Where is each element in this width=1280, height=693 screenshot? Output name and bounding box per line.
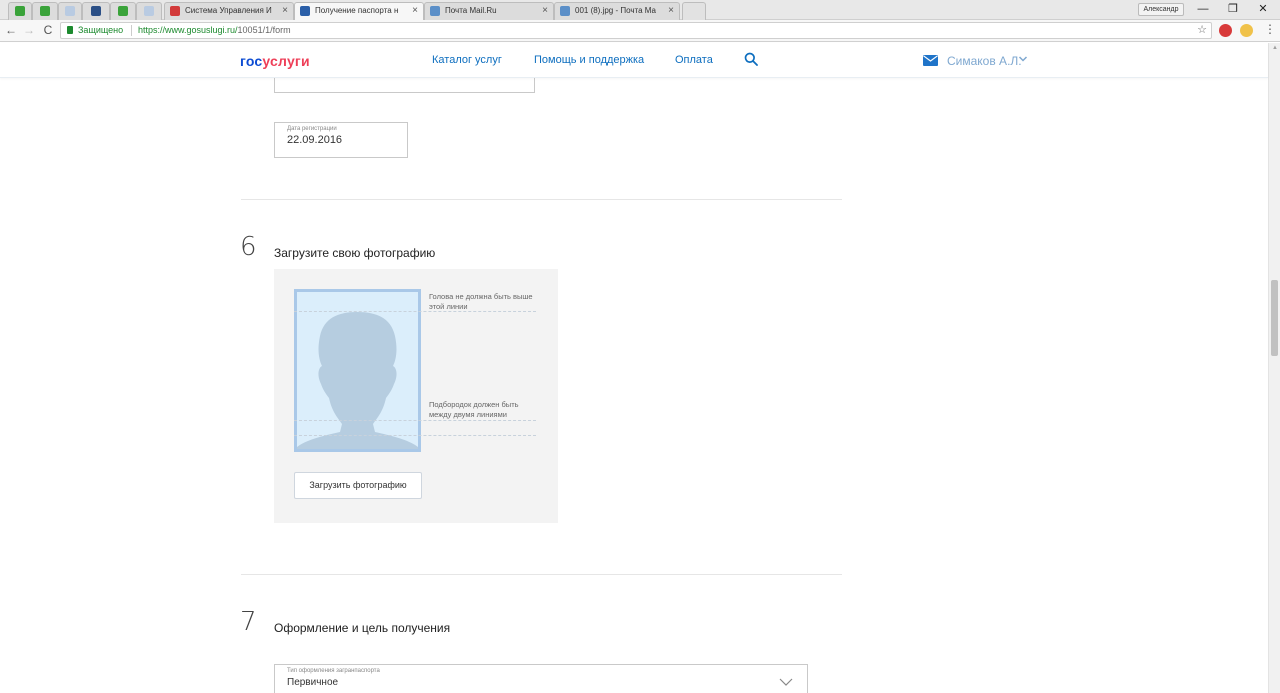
nav-payment-link[interactable]: Оплата — [675, 54, 713, 66]
step-6-number: 6 — [240, 232, 257, 262]
browser-tab[interactable]: Получение паспорта н × — [294, 2, 424, 21]
mail-icon[interactable] — [923, 55, 938, 66]
page-content: 044034 Дата регистрации 22.09.2016 6 Заг… — [0, 78, 1268, 693]
browser-tab[interactable] — [136, 2, 162, 20]
photo-placeholder — [294, 289, 421, 452]
url-text[interactable]: https://www.gosuslugi.ru/10051/1/form — [138, 23, 291, 38]
step-7-number: 7 — [240, 607, 257, 637]
tab-title: Получение паспорта н — [315, 6, 399, 15]
tab-title: Система Управления И — [185, 6, 272, 15]
passport-type-label: Тип оформления загранпаспорта — [287, 668, 380, 674]
tab-favicon-icon — [430, 6, 440, 16]
tab-favicon-icon — [560, 6, 570, 16]
logo-part-gos: гос — [240, 53, 263, 69]
address-toolbar: ← → C Защищено https://www.gosuslugi.ru/… — [0, 20, 1280, 42]
browser-tab[interactable] — [32, 2, 58, 20]
new-tab-button[interactable] — [682, 2, 706, 20]
logo-part-uslugi: услуги — [262, 53, 310, 69]
passport-type-select[interactable]: Тип оформления загранпаспорта Первичное — [274, 664, 808, 693]
section-divider — [241, 574, 842, 575]
url-path: 10051/1/form — [237, 25, 291, 35]
head-limit-guide-line — [294, 311, 536, 312]
scrollbar-thumb[interactable] — [1271, 280, 1278, 356]
tab-favicon-icon — [40, 6, 50, 16]
scroll-up-arrow-icon[interactable]: ▲ — [1272, 45, 1278, 51]
nav-catalog-link[interactable]: Каталог услуг — [432, 54, 502, 66]
browser-menu-icon[interactable]: ⋮ — [1264, 22, 1276, 36]
tab-title: 001 (8).jpg - Почта Ma — [575, 6, 656, 15]
close-window-button[interactable]: ✕ — [1252, 0, 1274, 20]
tab-close-icon[interactable]: × — [668, 3, 674, 19]
security-label: Защищено — [78, 25, 124, 35]
adblock-extension-icon[interactable] — [1219, 24, 1232, 37]
previous-field[interactable]: 044034 — [274, 78, 535, 93]
tab-favicon-icon — [65, 6, 75, 16]
photo-upload-panel: Голова не должна быть выше этой линии По… — [274, 269, 558, 523]
tab-favicon-icon — [170, 6, 180, 16]
extension-icon[interactable] — [1240, 24, 1253, 37]
browser-tab[interactable]: Система Управления И × — [164, 2, 294, 20]
chevron-down-icon[interactable] — [779, 678, 793, 686]
head-limit-hint: Голова не должна быть выше этой линии — [429, 292, 533, 311]
tab-close-icon[interactable]: × — [282, 3, 288, 19]
address-separator — [131, 25, 132, 36]
profile-button[interactable]: Александр — [1138, 3, 1184, 16]
page-scrollbar[interactable]: ▲ — [1268, 43, 1280, 693]
tab-favicon-icon — [118, 6, 128, 16]
forward-button[interactable]: → — [21, 22, 37, 38]
chin-hint: Подбородок должен быть между двумя линия… — [429, 400, 519, 419]
registration-date-value: 22.09.2016 — [287, 134, 343, 146]
address-bar[interactable]: Защищено https://www.gosuslugi.ru/10051/… — [60, 22, 1212, 39]
gosuslugi-logo[interactable]: госуслуги — [240, 53, 310, 69]
browser-tab-strip: Система Управления И × Получение паспорта … — [0, 0, 1280, 21]
section-divider — [241, 199, 842, 200]
chevron-down-icon[interactable] — [1018, 55, 1028, 63]
chin-upper-guide-line — [294, 420, 536, 421]
search-icon[interactable] — [744, 52, 758, 66]
tab-close-icon[interactable]: × — [412, 3, 418, 19]
registration-date-field[interactable]: Дата регистрации 22.09.2016 — [274, 122, 408, 158]
step-6-title: Загрузите свою фотографию — [274, 246, 436, 260]
browser-tab[interactable]: 001 (8).jpg - Почта Ma × — [554, 2, 680, 20]
chin-lower-guide-line — [294, 435, 536, 436]
browser-tab[interactable] — [8, 2, 32, 20]
upload-photo-button[interactable]: Загрузить фотографию — [294, 472, 422, 499]
tab-title: Почта Mail.Ru — [445, 6, 497, 15]
reload-button[interactable]: C — [40, 22, 56, 38]
passport-type-value: Первичное — [287, 677, 339, 688]
browser-tab[interactable] — [58, 2, 82, 20]
person-silhouette-icon — [297, 312, 418, 449]
nav-help-link[interactable]: Помощь и поддержка — [534, 54, 644, 66]
site-header: госуслуги Каталог услуг Помощь и поддерж… — [0, 43, 1268, 78]
previous-field-value: 044034 — [287, 78, 324, 79]
tab-favicon-icon — [300, 6, 310, 16]
step-7-title: Оформление и цель получения — [274, 621, 451, 635]
browser-tab[interactable] — [110, 2, 136, 20]
lock-icon — [67, 26, 73, 34]
back-button[interactable]: ← — [3, 22, 19, 38]
browser-tab[interactable]: Почта Mail.Ru × — [424, 2, 554, 20]
registration-date-label: Дата регистрации — [287, 126, 337, 132]
tab-close-icon[interactable]: × — [542, 3, 548, 19]
tab-favicon-icon — [15, 6, 25, 16]
tab-favicon-icon — [91, 6, 101, 16]
restore-button[interactable]: ❐ — [1222, 0, 1244, 20]
browser-tab[interactable] — [82, 2, 110, 20]
url-host: https://www.gosuslugi.ru/ — [138, 25, 238, 35]
tab-favicon-icon — [144, 6, 154, 16]
user-name[interactable]: Симаков А.Л. — [947, 54, 1022, 68]
minimize-button[interactable]: — — [1192, 0, 1214, 20]
bookmark-star-icon[interactable]: ☆ — [1197, 23, 1207, 38]
